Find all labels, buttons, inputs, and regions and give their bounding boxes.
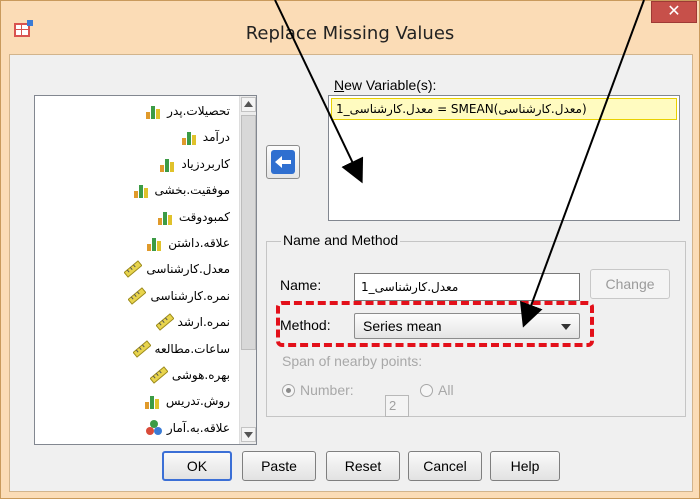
variable-list-item[interactable]: تحصیلات.پدر	[145, 100, 230, 122]
variable-label: نمره.ارشد	[177, 315, 230, 330]
scale-ruler-icon	[127, 287, 147, 305]
all-radio-label: All	[438, 382, 454, 398]
number-radio[interactable]	[282, 384, 295, 397]
number-radio-label: Number:	[300, 382, 354, 398]
nominal-bar-icon	[144, 392, 162, 410]
scroll-thumb[interactable]	[241, 115, 256, 350]
new-variables-label-rest: ew Variable(s):	[344, 77, 437, 93]
variable-label: درآمد	[202, 130, 230, 145]
number-input[interactable]: 2	[385, 395, 409, 417]
close-button[interactable]: ✕	[651, 1, 697, 23]
variable-list-item[interactable]: موفقیت.بخشی	[133, 179, 230, 201]
dialog-window: Replace Missing Values ✕ تحصیلات.پدر درآم…	[0, 0, 700, 499]
move-variable-button[interactable]	[266, 145, 300, 179]
variable-label: معدل.کارشناسی	[146, 262, 230, 277]
scroll-down-button[interactable]	[241, 427, 256, 442]
ok-button[interactable]: OK	[162, 451, 232, 481]
variable-list-item[interactable]: روش.تدریس	[144, 390, 230, 412]
variable-list-item[interactable]: بهره.هوشی	[149, 364, 230, 386]
variable-list-item[interactable]: نمره.ارشد	[154, 311, 230, 333]
scale-ruler-icon	[123, 260, 143, 279]
scale-ruler-icon	[149, 366, 169, 384]
name-label: Name:	[280, 277, 322, 293]
variable-label: موفقیت.بخشی	[154, 183, 230, 198]
variable-label: علاقه.به.آمار	[166, 420, 230, 435]
variable-label: علاقه.داشتن	[168, 236, 230, 250]
source-variable-list[interactable]: تحصیلات.پدر درآمد کاربردزیاد موفقیت.بخشی کمب…	[34, 95, 257, 445]
scroll-down-icon	[244, 432, 253, 438]
new-variables-label: New Variable(s):	[334, 77, 437, 93]
variable-label: ساعات.مطالعه	[154, 341, 230, 356]
help-button[interactable]: Help	[490, 451, 560, 481]
span-label: Span of nearby points:	[282, 353, 423, 369]
group-title: Name and Method	[281, 232, 401, 248]
scroll-up-button[interactable]	[241, 97, 256, 112]
change-button[interactable]: Change	[590, 269, 670, 299]
variable-list-item[interactable]: ساعات.مطالعه	[132, 338, 230, 360]
variable-label: کاربردزیاد	[181, 156, 230, 171]
nominal-bar-icon	[159, 155, 177, 173]
title-bar[interactable]: Replace Missing Values ✕	[1, 1, 699, 53]
variable-list-item[interactable]: علاقه.داشتن	[146, 232, 230, 254]
new-variable-item[interactable]: معدل.کارشناسی_1 = SMEAN(معدل.کارشناسی)	[331, 98, 677, 120]
all-radio[interactable]	[420, 384, 433, 397]
nominal-bar-icon	[145, 102, 163, 120]
variable-label: نمره.کارشناسی	[150, 288, 230, 303]
variable-label: تحصیلات.پدر	[167, 104, 230, 118]
nominal-bar-icon	[146, 234, 164, 252]
arrow-left-icon	[271, 150, 295, 174]
variable-list-item[interactable]: معدل.کارشناسی	[123, 258, 230, 280]
dialog-client-area: تحصیلات.پدر درآمد کاربردزیاد موفقیت.بخشی کمب…	[9, 54, 693, 492]
ordinal-circles-icon	[145, 419, 163, 437]
variable-label: بهره.هوشی	[171, 368, 230, 382]
variable-list-scrollbar[interactable]	[239, 96, 256, 444]
reset-button[interactable]: Reset	[326, 451, 400, 481]
variable-list-item[interactable]: درآمد	[181, 126, 230, 148]
nominal-bar-icon	[181, 128, 199, 146]
nominal-bar-icon	[133, 181, 151, 199]
name-input[interactable]: معدل.کارشناسی_1	[354, 273, 580, 301]
nominal-bar-icon	[157, 208, 175, 226]
scale-ruler-icon	[132, 339, 152, 358]
cancel-button[interactable]: Cancel	[408, 451, 482, 481]
variable-list-item[interactable]: کمبودوقت	[157, 206, 230, 228]
variable-list-item[interactable]: کاربردزیاد	[159, 153, 230, 175]
close-icon: ✕	[667, 3, 681, 20]
variable-label: کمبودوقت	[178, 209, 230, 224]
window-title: Replace Missing Values	[245, 23, 455, 44]
paste-button[interactable]: Paste	[242, 451, 316, 481]
new-variables-list[interactable]: معدل.کارشناسی_1 = SMEAN(معدل.کارشناسی)	[328, 95, 680, 221]
scale-ruler-icon	[154, 313, 175, 331]
variable-list-item[interactable]: علاقه.به.آمار	[145, 417, 230, 439]
variable-label: روش.تدریس	[165, 394, 230, 409]
method-highlight-box	[276, 301, 594, 347]
variable-list-item[interactable]: نمره.کارشناسی	[127, 285, 230, 307]
scroll-up-icon	[244, 101, 253, 107]
